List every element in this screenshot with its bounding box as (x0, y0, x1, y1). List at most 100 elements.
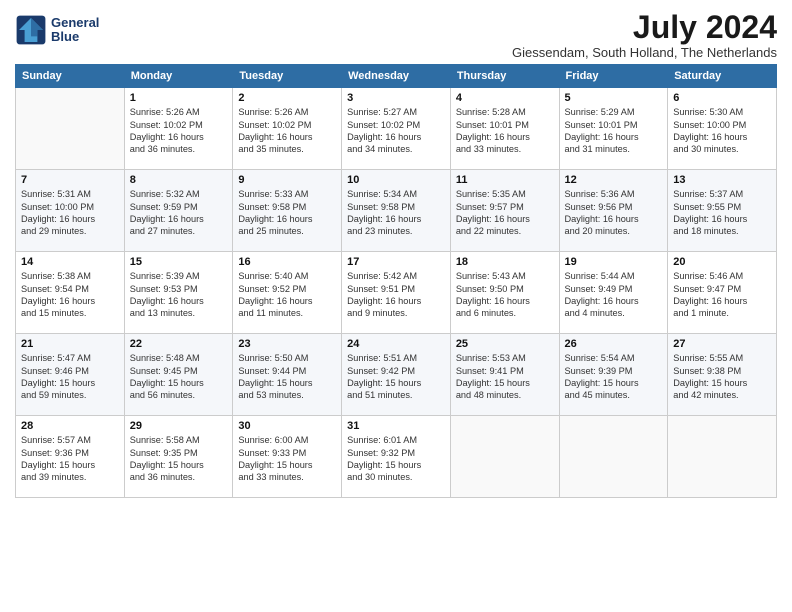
day-info: Sunrise: 6:01 AMSunset: 9:32 PMDaylight:… (347, 434, 445, 484)
day-info: Sunrise: 5:30 AMSunset: 10:00 PMDaylight… (673, 106, 771, 156)
day-number: 17 (347, 256, 445, 268)
day-number: 31 (347, 420, 445, 432)
day-info: Sunrise: 5:55 AMSunset: 9:38 PMDaylight:… (673, 352, 771, 402)
day-number: 14 (21, 256, 119, 268)
day-info: Sunrise: 5:32 AMSunset: 9:59 PMDaylight:… (130, 188, 228, 238)
day-info: Sunrise: 5:29 AMSunset: 10:01 PMDaylight… (565, 106, 663, 156)
logo-line2: Blue (51, 30, 99, 44)
calendar-cell: 23 Sunrise: 5:50 AMSunset: 9:44 PMDayligh… (233, 334, 342, 416)
day-info: Sunrise: 5:58 AMSunset: 9:35 PMDaylight:… (130, 434, 228, 484)
calendar-cell: 5 Sunrise: 5:29 AMSunset: 10:01 PMDayligh… (559, 88, 668, 170)
calendar-cell: 13 Sunrise: 5:37 AMSunset: 9:55 PMDayligh… (668, 170, 777, 252)
day-info: Sunrise: 5:38 AMSunset: 9:54 PMDaylight:… (21, 270, 119, 320)
day-number: 2 (238, 92, 336, 104)
calendar-cell: 27 Sunrise: 5:55 AMSunset: 9:38 PMDayligh… (668, 334, 777, 416)
calendar-cell: 26Sunrise: 5:54 AMSunset: 9:39 PMDayligh… (559, 334, 668, 416)
calendar-cell: 25 Sunrise: 5:53 AMSunset: 9:41 PMDayligh… (450, 334, 559, 416)
day-info: Sunrise: 5:51 AMSunset: 9:42 PMDaylight:… (347, 352, 445, 402)
day-number: 27 (673, 338, 771, 350)
day-info: Sunrise: 5:44 AMSunset: 9:49 PMDaylight:… (565, 270, 663, 320)
day-info: Sunrise: 5:34 AMSunset: 9:58 PMDaylight:… (347, 188, 445, 238)
day-info: Sunrise: 5:33 AMSunset: 9:58 PMDaylight:… (238, 188, 336, 238)
weekday-wednesday: Wednesday (342, 65, 451, 88)
calendar-row-2: 14 Sunrise: 5:38 AMSunset: 9:54 PMDayligh… (16, 252, 777, 334)
weekday-sunday: Sunday (16, 65, 125, 88)
calendar-row-3: 21 Sunrise: 5:47 AMSunset: 9:46 PMDayligh… (16, 334, 777, 416)
calendar-cell: 14 Sunrise: 5:38 AMSunset: 9:54 PMDayligh… (16, 252, 125, 334)
calendar-cell: 7Sunrise: 5:31 AMSunset: 10:00 PMDayligh… (16, 170, 125, 252)
weekday-monday: Monday (124, 65, 233, 88)
day-number: 8 (130, 174, 228, 186)
day-number: 22 (130, 338, 228, 350)
calendar-cell: 20 Sunrise: 5:46 AMSunset: 9:47 PMDayligh… (668, 252, 777, 334)
day-info: Sunrise: 5:50 AMSunset: 9:44 PMDaylight:… (238, 352, 336, 402)
calendar-cell: 17Sunrise: 5:42 AMSunset: 9:51 PMDayligh… (342, 252, 451, 334)
day-number: 16 (238, 256, 336, 268)
day-number: 21 (21, 338, 119, 350)
calendar-cell: 8 Sunrise: 5:32 AMSunset: 9:59 PMDaylight… (124, 170, 233, 252)
day-info: Sunrise: 5:43 AMSunset: 9:50 PMDaylight:… (456, 270, 554, 320)
day-info: Sunrise: 5:35 AMSunset: 9:57 PMDaylight:… (456, 188, 554, 238)
calendar-cell (559, 416, 668, 498)
logo-icon (15, 14, 47, 46)
day-info: Sunrise: 6:00 AMSunset: 9:33 PMDaylight:… (238, 434, 336, 484)
calendar-cell: 1 Sunrise: 5:26 AMSunset: 10:02 PMDayligh… (124, 88, 233, 170)
day-number: 25 (456, 338, 554, 350)
day-info: Sunrise: 5:26 AMSunset: 10:02 PMDaylight… (130, 106, 228, 156)
day-number: 29 (130, 420, 228, 432)
logo-text: General Blue (51, 16, 99, 45)
day-number: 26 (565, 338, 663, 350)
day-info: Sunrise: 5:26 AMSunset: 10:02 PMDaylight… (238, 106, 336, 156)
day-number: 4 (456, 92, 554, 104)
title-block: July 2024 Giessendam, South Holland, The… (512, 10, 777, 60)
calendar-cell: 3 Sunrise: 5:27 AMSunset: 10:02 PMDayligh… (342, 88, 451, 170)
day-number: 11 (456, 174, 554, 186)
header: General Blue July 2024 Giessendam, South… (15, 10, 777, 60)
calendar-cell: 11 Sunrise: 5:35 AMSunset: 9:57 PMDayligh… (450, 170, 559, 252)
day-number: 18 (456, 256, 554, 268)
calendar-cell: 19 Sunrise: 5:44 AMSunset: 9:49 PMDayligh… (559, 252, 668, 334)
day-number: 5 (565, 92, 663, 104)
day-info: Sunrise: 5:39 AMSunset: 9:53 PMDaylight:… (130, 270, 228, 320)
calendar-cell: 24 Sunrise: 5:51 AMSunset: 9:42 PMDayligh… (342, 334, 451, 416)
calendar-cell (450, 416, 559, 498)
day-number: 19 (565, 256, 663, 268)
calendar-row-4: 28Sunrise: 5:57 AMSunset: 9:36 PMDayligh… (16, 416, 777, 498)
day-number: 10 (347, 174, 445, 186)
day-number: 28 (21, 420, 119, 432)
day-info: Sunrise: 5:47 AMSunset: 9:46 PMDaylight:… (21, 352, 119, 402)
day-number: 13 (673, 174, 771, 186)
day-info: Sunrise: 5:37 AMSunset: 9:55 PMDaylight:… (673, 188, 771, 238)
calendar-cell: 16Sunrise: 5:40 AMSunset: 9:52 PMDayligh… (233, 252, 342, 334)
day-number: 3 (347, 92, 445, 104)
day-info: Sunrise: 5:31 AMSunset: 10:00 PMDaylight… (21, 188, 119, 238)
calendar-cell: 29 Sunrise: 5:58 AMSunset: 9:35 PMDayligh… (124, 416, 233, 498)
day-info: Sunrise: 5:46 AMSunset: 9:47 PMDaylight:… (673, 270, 771, 320)
day-info: Sunrise: 5:48 AMSunset: 9:45 PMDaylight:… (130, 352, 228, 402)
weekday-thursday: Thursday (450, 65, 559, 88)
day-info: Sunrise: 5:36 AMSunset: 9:56 PMDaylight:… (565, 188, 663, 238)
day-number: 20 (673, 256, 771, 268)
day-info: Sunrise: 5:27 AMSunset: 10:02 PMDaylight… (347, 106, 445, 156)
day-number: 23 (238, 338, 336, 350)
month-title: July 2024 (512, 10, 777, 45)
day-info: Sunrise: 5:28 AMSunset: 10:01 PMDaylight… (456, 106, 554, 156)
day-number: 15 (130, 256, 228, 268)
calendar-cell: 15 Sunrise: 5:39 AMSunset: 9:53 PMDayligh… (124, 252, 233, 334)
day-number: 1 (130, 92, 228, 104)
page: General Blue July 2024 Giessendam, South… (0, 0, 792, 612)
day-number: 12 (565, 174, 663, 186)
calendar-row-1: 7Sunrise: 5:31 AMSunset: 10:00 PMDayligh… (16, 170, 777, 252)
weekday-tuesday: Tuesday (233, 65, 342, 88)
day-number: 24 (347, 338, 445, 350)
calendar-cell: 28Sunrise: 5:57 AMSunset: 9:36 PMDayligh… (16, 416, 125, 498)
logo: General Blue (15, 14, 99, 46)
weekday-friday: Friday (559, 65, 668, 88)
weekday-saturday: Saturday (668, 65, 777, 88)
calendar-cell: 18 Sunrise: 5:43 AMSunset: 9:50 PMDayligh… (450, 252, 559, 334)
calendar-cell: 12 Sunrise: 5:36 AMSunset: 9:56 PMDayligh… (559, 170, 668, 252)
day-number: 30 (238, 420, 336, 432)
logo-line1: General (51, 16, 99, 30)
calendar-cell (668, 416, 777, 498)
day-info: Sunrise: 5:53 AMSunset: 9:41 PMDaylight:… (456, 352, 554, 402)
